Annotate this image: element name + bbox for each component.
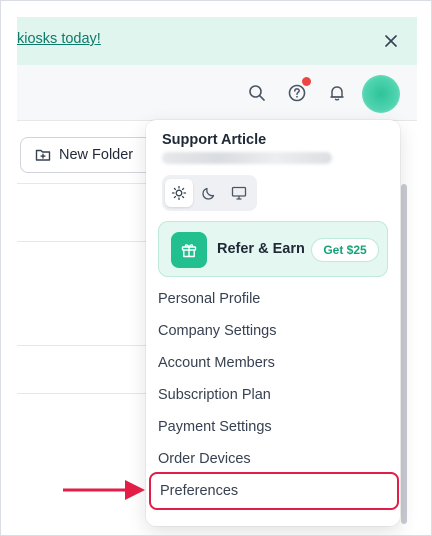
moon-icon[interactable] [195, 179, 223, 207]
menu-item-account-members[interactable]: Account Members [158, 349, 275, 377]
menu-item-subscription-plan[interactable]: Subscription Plan [158, 381, 271, 409]
avatar[interactable] [362, 75, 400, 113]
account-menu: Support Article Refer & Earn Get $25 Per… [146, 120, 400, 526]
theme-switcher [162, 175, 257, 211]
top-bar [17, 65, 417, 121]
menu-item-preferences[interactable]: Preferences [149, 472, 399, 510]
menu-title: Support Article [162, 132, 267, 148]
row-divider [17, 345, 147, 346]
bell-icon[interactable] [325, 81, 349, 105]
get-reward-button[interactable]: Get $25 [311, 238, 379, 262]
refer-label: Refer & Earn [217, 241, 305, 257]
user-email-redacted [162, 152, 332, 164]
refer-earn-card[interactable]: Refer & Earn Get $25 [158, 221, 388, 277]
row-divider [17, 241, 147, 242]
promo-banner: kiosks today! [17, 17, 417, 65]
banner-link[interactable]: kiosks today! [17, 31, 101, 47]
menu-item-payment-settings[interactable]: Payment Settings [158, 413, 272, 441]
new-folder-label: New Folder [59, 147, 134, 163]
new-folder-button[interactable]: New Folder [20, 137, 152, 173]
gift-icon [171, 232, 207, 268]
search-icon[interactable] [245, 81, 269, 105]
sun-icon[interactable] [165, 179, 193, 207]
close-icon[interactable] [379, 29, 403, 53]
menu-item-order-devices[interactable]: Order Devices [158, 445, 251, 473]
app-window: kiosks today! New Folder Support Article… [0, 0, 432, 536]
folder-plus-icon [35, 147, 51, 163]
scrollbar[interactable] [401, 184, 407, 524]
menu-item-company-settings[interactable]: Company Settings [158, 317, 276, 345]
menu-item-personal-profile[interactable]: Personal Profile [158, 285, 260, 313]
monitor-icon[interactable] [225, 179, 253, 207]
annotation-arrow-icon [63, 480, 145, 500]
row-divider [17, 393, 147, 394]
notification-dot [302, 77, 311, 86]
row-divider [17, 183, 147, 184]
